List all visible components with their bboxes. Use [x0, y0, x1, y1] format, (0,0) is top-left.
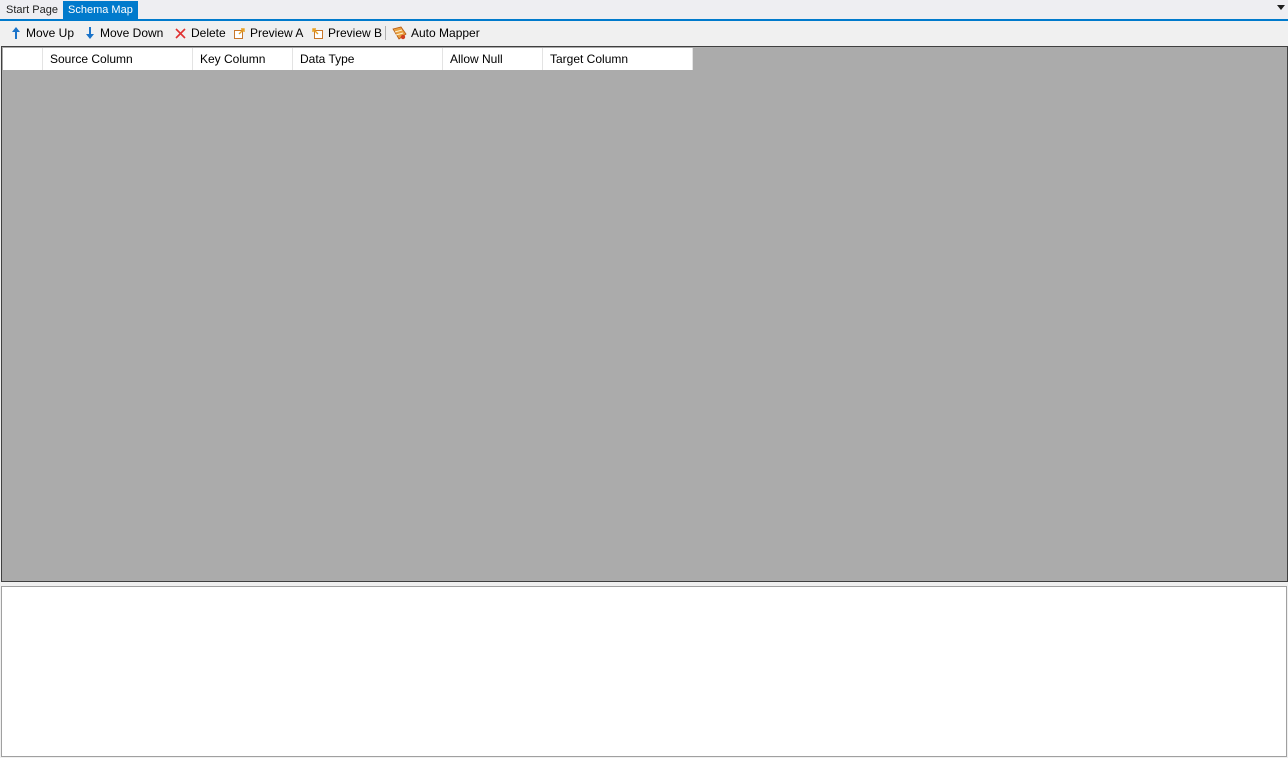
toolbar: Move Up Move Down Delete Preview A Previ…: [0, 21, 1288, 45]
details-pane[interactable]: [1, 586, 1287, 757]
move-up-button[interactable]: Move Up: [10, 24, 74, 42]
preview-b-icon: [312, 27, 323, 39]
toolbar-separator: [385, 26, 386, 40]
document-tab-bar: Start Page Schema Map: [0, 0, 1288, 21]
delete-label: Delete: [191, 26, 226, 40]
preview-a-label: Preview A: [250, 26, 304, 40]
delete-button[interactable]: Delete: [174, 24, 226, 42]
tab-start-page[interactable]: Start Page: [1, 1, 63, 19]
grid-header-row: Source Column Key Column Data Type Allow…: [3, 48, 693, 70]
auto-mapper-label: Auto Mapper: [411, 26, 480, 40]
arrow-up-icon: [12, 27, 20, 39]
auto-mapper-button[interactable]: Auto Mapper: [392, 24, 480, 42]
tab-schema-map[interactable]: Schema Map: [63, 1, 138, 20]
preview-b-label: Preview B: [328, 26, 383, 40]
preview-b-button[interactable]: Preview B: [311, 24, 382, 42]
delete-x-icon: [175, 27, 186, 39]
tab-list-dropdown-icon[interactable]: [1277, 5, 1285, 10]
preview-a-icon: [234, 27, 245, 39]
column-header-key-column[interactable]: Key Column: [193, 48, 293, 70]
preview-a-button[interactable]: Preview A: [233, 24, 303, 42]
auto-mapper-icon: [392, 26, 407, 40]
move-down-label: Move Down: [100, 26, 164, 40]
arrow-down-icon: [86, 27, 94, 39]
move-down-button[interactable]: Move Down: [84, 24, 163, 42]
column-header-allow-null[interactable]: Allow Null: [443, 48, 543, 70]
column-header-data-type[interactable]: Data Type: [293, 48, 443, 70]
column-header-target-column[interactable]: Target Column: [543, 48, 693, 70]
column-header-source-column[interactable]: Source Column: [43, 48, 193, 70]
schema-map-grid[interactable]: Source Column Key Column Data Type Allow…: [1, 46, 1288, 582]
row-header-corner[interactable]: [3, 48, 43, 70]
move-up-label: Move Up: [26, 26, 75, 40]
